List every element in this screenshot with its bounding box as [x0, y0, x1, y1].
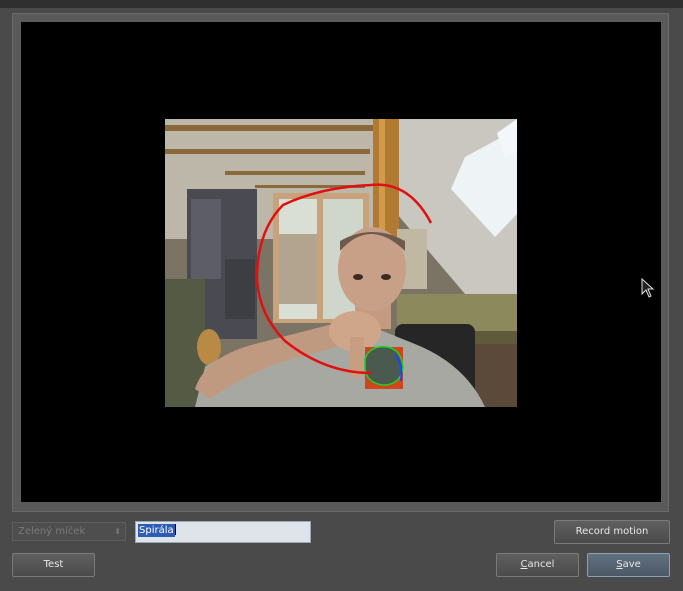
test-button[interactable]: Test: [12, 553, 95, 577]
updown-arrow-icon: ⬍: [114, 527, 121, 536]
save-label-rest: ave: [622, 559, 641, 570]
camera-preview: [165, 119, 517, 407]
object-select[interactable]: Zelený míček ⬍: [12, 522, 126, 541]
cancel-label-rest: ancel: [527, 559, 555, 570]
camera-image: [165, 119, 517, 407]
mouse-pointer-icon: [641, 278, 655, 298]
object-select-value: Zelený míček: [18, 526, 86, 537]
motion-name-input[interactable]: Spirála: [135, 521, 311, 543]
text-caret: [174, 524, 176, 535]
cancel-mnemonic: C: [520, 559, 528, 570]
motion-name-value: Spirála: [138, 523, 175, 537]
window-top-strip: [0, 0, 683, 8]
test-label: Test: [43, 559, 64, 570]
record-motion-button[interactable]: Record motion: [554, 520, 670, 544]
cancel-button[interactable]: Cancel: [496, 553, 579, 577]
save-button[interactable]: Save: [587, 553, 670, 577]
record-motion-label: Record motion: [575, 526, 649, 537]
